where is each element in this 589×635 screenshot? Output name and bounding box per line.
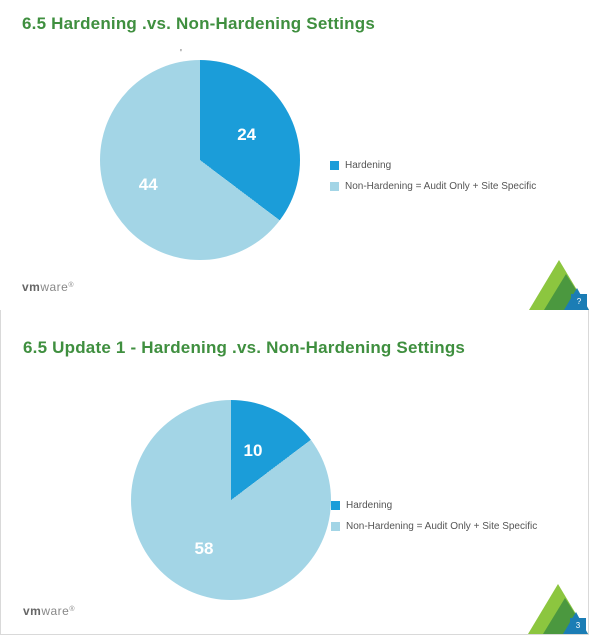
- legend-swatch-hardening: [330, 161, 339, 170]
- slide-title: 6.5 Hardening .vs. Non-Hardening Setting…: [22, 14, 375, 34]
- pie-graphic: [100, 60, 300, 260]
- legend-label: Hardening: [345, 160, 391, 171]
- vmware-logo: vmware®: [22, 280, 74, 294]
- pie-graphic: [131, 400, 331, 600]
- legend-item-hardening: Hardening: [330, 160, 580, 171]
- slide-6-5-u1: 6.5 Update 1 - Hardening .vs. Non-Harden…: [0, 310, 589, 635]
- page-number: 3: [570, 618, 586, 632]
- legend-item-nonhardening: Non-Hardening = Audit Only + Site Specif…: [330, 181, 580, 192]
- pie-chart: 10 58: [131, 400, 331, 600]
- chart-legend: Hardening Non-Hardening = Audit Only + S…: [330, 160, 580, 202]
- legend-label: Non-Hardening = Audit Only + Site Specif…: [346, 521, 537, 532]
- pie-chart: 24 44: [100, 60, 300, 260]
- vmware-logo: vmware®: [23, 604, 75, 618]
- legend-item-nonhardening: Non-Hardening = Audit Only + Site Specif…: [331, 521, 581, 532]
- legend-item-hardening: Hardening: [331, 500, 581, 511]
- legend-swatch-nonhardening: [330, 182, 339, 191]
- stray-mark: ': [180, 48, 182, 59]
- legend-swatch-nonhardening: [331, 522, 340, 531]
- legend-swatch-hardening: [331, 501, 340, 510]
- page-number: ?: [571, 294, 587, 308]
- legend-label: Hardening: [346, 500, 392, 511]
- legend-label: Non-Hardening = Audit Only + Site Specif…: [345, 181, 536, 192]
- slide-title: 6.5 Update 1 - Hardening .vs. Non-Harden…: [23, 338, 465, 358]
- chart-legend: Hardening Non-Hardening = Audit Only + S…: [331, 500, 581, 542]
- slide-6-5: 6.5 Hardening .vs. Non-Hardening Setting…: [0, 0, 589, 310]
